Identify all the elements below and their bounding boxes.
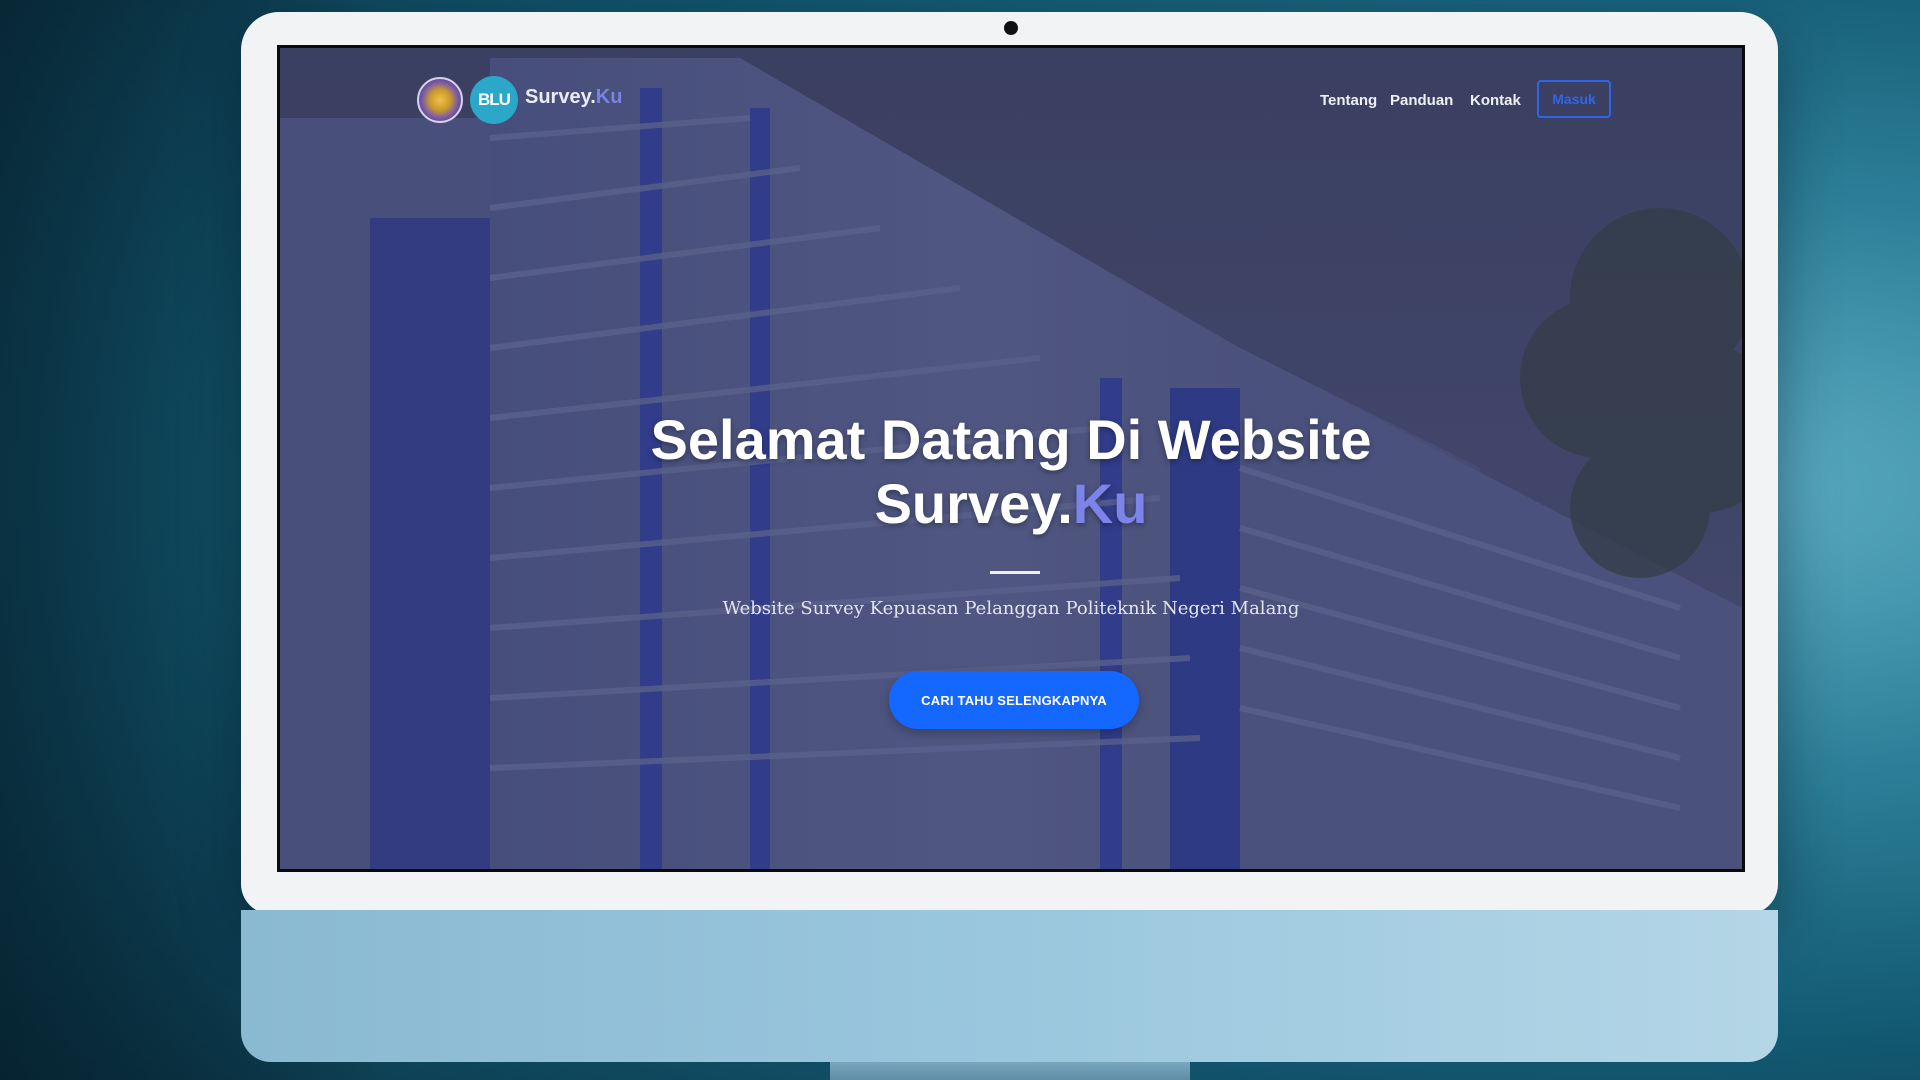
nav-link-tentang[interactable]: Tentang <box>1320 92 1377 109</box>
polinema-seal-icon[interactable] <box>417 77 463 123</box>
hero-divider <box>990 571 1040 574</box>
navbar: BLU Survey.Ku Tentang Panduan Kontak Mas… <box>280 48 1742 148</box>
brand-accent: Ku <box>595 86 623 108</box>
hero-subtitle: Website Survey Kepuasan Pelanggan Polite… <box>722 598 1300 619</box>
nav-link-panduan[interactable]: Panduan <box>1390 92 1453 109</box>
blu-logo-text: BLU <box>478 90 511 109</box>
hero-title-main: Survey. <box>874 472 1073 535</box>
hero-title: Selamat Datang Di Website Survey.Ku <box>280 408 1742 536</box>
nav-link-kontak[interactable]: Kontak <box>1470 92 1521 109</box>
blu-logo[interactable]: BLU <box>470 76 518 124</box>
login-button[interactable]: Masuk <box>1537 80 1611 118</box>
monitor-screen: BLU Survey.Ku Tentang Panduan Kontak Mas… <box>277 45 1745 872</box>
hero-title-line1: Selamat Datang Di Website <box>650 408 1372 471</box>
hero-title-line2: Survey.Ku <box>280 472 1742 536</box>
imac-chin <box>241 910 1778 1062</box>
camera-icon <box>1004 21 1018 35</box>
hero-title-accent: Ku <box>1072 472 1148 535</box>
brand-main: Survey. <box>525 86 596 108</box>
brand-name[interactable]: Survey.Ku <box>525 86 622 109</box>
learn-more-button[interactable]: CARI TAHU SELENGKAPNYA <box>889 671 1139 729</box>
imac-stand <box>830 1062 1190 1080</box>
